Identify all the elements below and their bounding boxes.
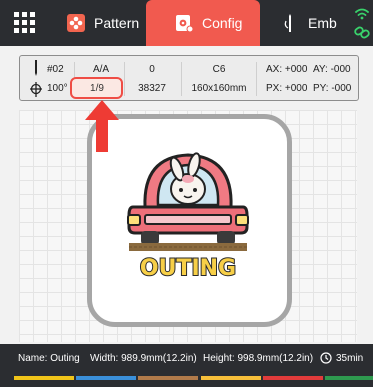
ay-offset: AY: -000: [313, 64, 351, 75]
py-offset: PY: -000: [313, 83, 352, 94]
tab-config-label: Config: [202, 15, 243, 31]
ax-offset: AX: +000: [266, 64, 308, 75]
hoop-code: C6: [212, 64, 226, 75]
clock-icon: [320, 352, 332, 364]
needle-angle: 100°: [47, 83, 68, 94]
design-name: Name: Outing: [18, 353, 80, 364]
design-height: Height: 998.9mm(12.2in): [203, 353, 314, 364]
design-width: Width: 989.9mm(12.2in): [90, 353, 197, 364]
thread-color-segment: [138, 376, 199, 380]
link-icon: [354, 26, 370, 39]
divider: [124, 62, 125, 96]
tab-emb-label: Emb: [308, 15, 337, 31]
thread-color-segment: [262, 376, 323, 380]
car-design-artwork[interactable]: OUTING: [123, 145, 253, 295]
status-icons: [354, 6, 370, 40]
design-lettering: OUTING: [140, 256, 236, 281]
status-bar: Name: Outing Width: 989.9mm(12.2in) Heig…: [0, 344, 373, 374]
needle-position-icon: [30, 60, 42, 97]
wifi-icon: [355, 8, 369, 16]
tab-emb[interactable]: Emb: [280, 0, 352, 46]
tab-config[interactable]: Config: [146, 0, 260, 46]
pointer-arrow: [85, 100, 119, 152]
thread-color-segment: [324, 376, 373, 380]
needle-icon: [280, 13, 300, 33]
thread-color-bar: [0, 374, 373, 387]
config-icon: [174, 13, 194, 33]
menu-grid-icon[interactable]: [14, 12, 36, 34]
app-frame: Pattern Config Emb #02 100° A/A 1/9 0 38…: [0, 0, 373, 387]
thread-color-segment: [200, 376, 261, 380]
stitch-count: 38327: [138, 83, 166, 94]
divider: [181, 62, 182, 96]
tab-pattern[interactable]: Pattern: [66, 0, 146, 46]
px-offset: PX: +000: [266, 83, 308, 94]
machine-info-panel: #02 100° A/A 1/9 0 38327 C6 160x160mm AX…: [19, 55, 359, 101]
flower-icon: [66, 13, 86, 33]
hoop-size: 160x160mm: [191, 83, 247, 94]
color-sequence: A/A: [92, 64, 110, 75]
estimated-time: 35min: [336, 353, 364, 364]
thread-color-segment: [14, 376, 75, 380]
thread-color-segment: [76, 376, 137, 380]
tab-pattern-label: Pattern: [94, 15, 140, 31]
divider: [256, 62, 257, 96]
step-counter[interactable]: 1/9: [80, 83, 114, 94]
needle-number: #02: [47, 64, 64, 75]
counter-value: 0: [149, 64, 155, 75]
top-bar: Pattern Config Emb: [0, 0, 373, 46]
